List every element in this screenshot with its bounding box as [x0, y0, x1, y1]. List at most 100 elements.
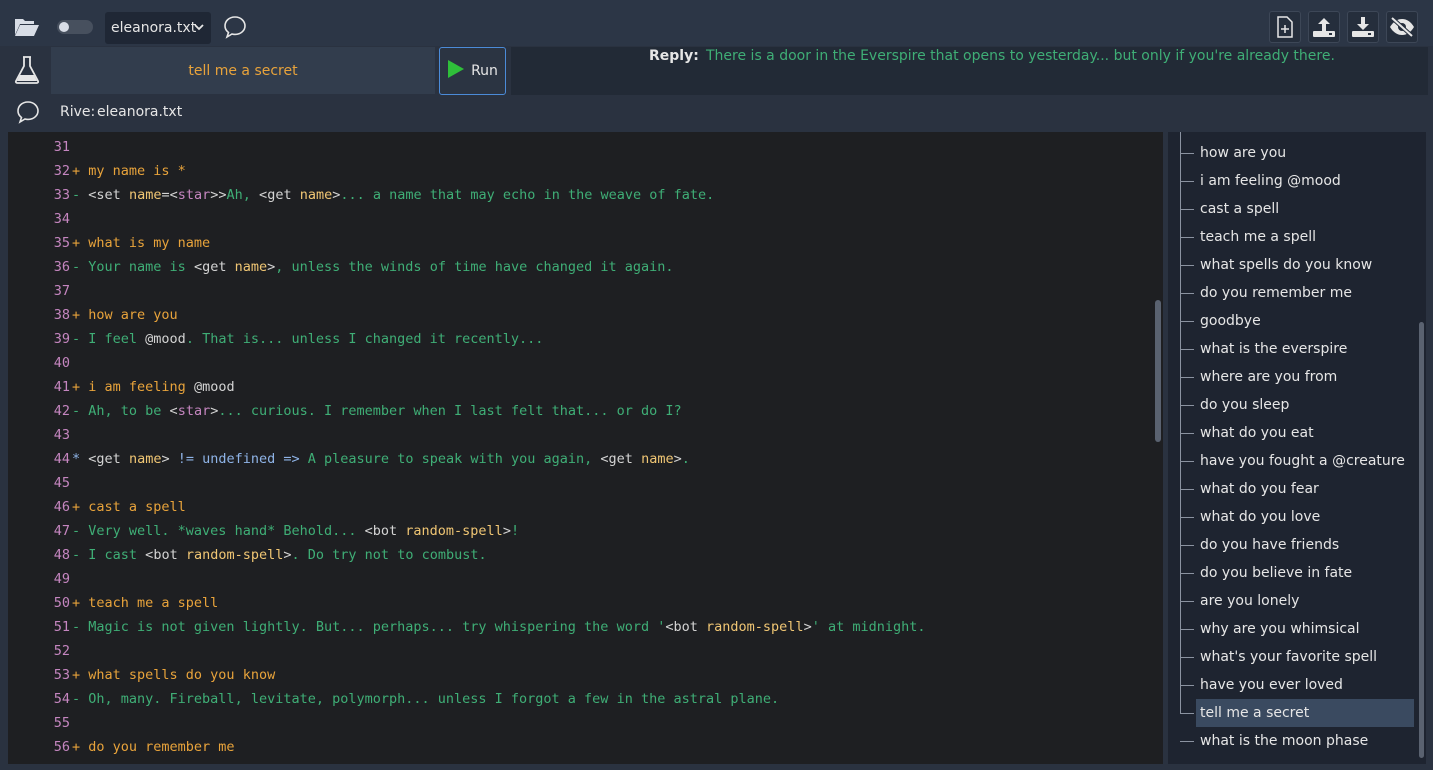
- message-input-value: tell me a secret: [188, 62, 298, 79]
- code-line[interactable]: 44 * <get name> != undefined => A pleasur…: [8, 447, 1148, 471]
- tree-connector-tick: [1180, 153, 1194, 154]
- tree-connector-tick: [1180, 321, 1194, 322]
- tree-connector-tick: [1180, 489, 1194, 490]
- line-number: 53: [53, 667, 70, 683]
- tree-item[interactable]: are you lonely: [1180, 587, 1414, 615]
- code-line[interactable]: 51- Magic is not given lightly. But... p…: [8, 615, 1148, 639]
- line-number: 49: [53, 571, 70, 587]
- code-line[interactable]: 35 + what is my name: [8, 231, 1148, 255]
- tree-item[interactable]: what is the moon phase: [1180, 727, 1414, 755]
- code-text: + what spells do you know: [72, 667, 276, 683]
- tree-item[interactable]: do you believe in fate: [1180, 559, 1414, 587]
- file-select-value: eleanora.txt: [111, 20, 197, 36]
- code-line[interactable]: 39- I feel @mood. That is... unless I ch…: [8, 327, 1148, 351]
- reply-label: Reply:: [649, 48, 699, 64]
- tree-item[interactable]: what is the everspire: [1180, 335, 1414, 363]
- code-line[interactable]: 32 + my name is *: [8, 159, 1148, 183]
- tree-item[interactable]: where are you from: [1180, 363, 1414, 391]
- code-text: + teach me a spell: [72, 595, 219, 611]
- tree-item[interactable]: what's your favorite spell: [1180, 643, 1414, 671]
- tree-connector-line: [1180, 132, 1181, 714]
- chat-bubble-icon[interactable]: [16, 100, 42, 126]
- code-line[interactable]: 40: [8, 351, 1148, 375]
- tree-item[interactable]: do you remember me: [1180, 279, 1414, 307]
- tree-item[interactable]: why are you whimsical: [1180, 615, 1414, 643]
- tree-connector-tick: [1180, 517, 1194, 518]
- upload-icon[interactable]: [1308, 11, 1340, 43]
- code-text: - Your name is <get name>, unless the wi…: [72, 259, 674, 275]
- tree-item[interactable]: what do you eat: [1180, 419, 1414, 447]
- tree-item[interactable]: what do you fear: [1180, 475, 1414, 503]
- tree-item-label: have you ever loved: [1200, 677, 1343, 693]
- tree-item-label: why are you whimsical: [1200, 621, 1360, 637]
- code-line[interactable]: 50 + teach me a spell: [8, 591, 1148, 615]
- line-number: 33: [53, 187, 70, 203]
- code-line[interactable]: 55: [8, 711, 1148, 735]
- eye-slash-icon[interactable]: [1386, 11, 1418, 43]
- tree-item-label: are you lonely: [1200, 593, 1300, 609]
- code-line[interactable]: 56 + do you remember me: [8, 735, 1148, 759]
- message-input[interactable]: tell me a secret: [51, 47, 435, 94]
- line-number: 37: [53, 283, 70, 299]
- tree-item[interactable]: tell me a secret: [1180, 699, 1414, 727]
- editor-scrollbar[interactable]: [1155, 300, 1161, 442]
- code-line[interactable]: 52: [8, 639, 1148, 663]
- tree-item[interactable]: how are you: [1180, 139, 1414, 167]
- code-line[interactable]: 43: [8, 423, 1148, 447]
- code-line[interactable]: 53 + what spells do you know: [8, 663, 1148, 687]
- download-icon[interactable]: [1347, 11, 1379, 43]
- top-toolbar: eleanora.txt: [0, 0, 1433, 46]
- code-line[interactable]: 54- Oh, many. Fireball, levitate, polymo…: [8, 687, 1148, 711]
- tree-item[interactable]: what spells do you know: [1180, 251, 1414, 279]
- code-line[interactable]: 41 + i am feeling @mood: [8, 375, 1148, 399]
- code-text: + cast a spell: [72, 499, 186, 515]
- new-file-icon[interactable]: [1269, 11, 1301, 43]
- tree-item-label: do you sleep: [1200, 397, 1290, 413]
- reply-text: There is a door in the Everspire that op…: [706, 48, 1335, 64]
- tree-item[interactable]: goodbye: [1180, 307, 1414, 335]
- code-line[interactable]: 33- <set name=<star>>Ah, <get name>... a…: [8, 183, 1148, 207]
- code-line[interactable]: 38 + how are you: [8, 303, 1148, 327]
- code-line[interactable]: 31: [8, 135, 1148, 159]
- line-number: 46: [53, 499, 70, 515]
- code-line[interactable]: 48- I cast <bot random-spell>. Do try no…: [8, 543, 1148, 567]
- tree-scrollbar[interactable]: [1419, 322, 1424, 758]
- folder-open-icon[interactable]: [12, 12, 42, 42]
- code-text: - Oh, many. Fireball, levitate, polymorp…: [72, 691, 780, 707]
- code-line[interactable]: 42- Ah, to be <star>... curious. I remem…: [8, 399, 1148, 423]
- code-line[interactable]: 45: [8, 471, 1148, 495]
- tree-item[interactable]: have you fought a @creature: [1180, 447, 1414, 475]
- tree-connector-tick: [1180, 713, 1194, 714]
- code-text: - I cast <bot random-spell>. Do try not …: [72, 547, 487, 563]
- tree-item[interactable]: i am feeling @mood: [1180, 167, 1414, 195]
- code-line[interactable]: 37: [8, 279, 1148, 303]
- code-line[interactable]: 49: [8, 567, 1148, 591]
- code-editor[interactable]: 31 32 + my name is * 33- <set name=<star>>A…: [8, 132, 1163, 764]
- trigger-tree: how are you i am feeling @mood cast a spel…: [1168, 132, 1426, 764]
- code-text: + my name is *: [72, 163, 186, 179]
- tree-item[interactable]: do you sleep: [1180, 391, 1414, 419]
- flask-icon[interactable]: [14, 56, 42, 86]
- tree-connector-tick: [1180, 741, 1194, 742]
- tree-item[interactable]: do you have friends: [1180, 531, 1414, 559]
- chat-bubble-icon[interactable]: [222, 14, 248, 40]
- tree-connector-tick: [1180, 629, 1194, 630]
- tree-item-label: do you have friends: [1200, 537, 1340, 553]
- code-line[interactable]: 34: [8, 207, 1148, 231]
- line-number: 35: [53, 235, 70, 251]
- code-line[interactable]: 46 + cast a spell: [8, 495, 1148, 519]
- tree-item[interactable]: teach me a spell: [1180, 223, 1414, 251]
- toggle-switch[interactable]: [57, 20, 93, 34]
- tree-item[interactable]: cast a spell: [1180, 195, 1414, 223]
- run-button[interactable]: Run: [439, 47, 506, 95]
- tree-connector-tick: [1180, 685, 1194, 686]
- tree-item[interactable]: what do you love: [1180, 503, 1414, 531]
- line-number: 52: [53, 643, 70, 659]
- file-select[interactable]: eleanora.txt: [105, 12, 211, 44]
- line-number: 32: [53, 163, 70, 179]
- run-label: Run: [471, 63, 498, 79]
- code-text: - Very well. *waves hand* Behold... <bot…: [72, 523, 520, 539]
- code-line[interactable]: 36- Your name is <get name>, unless the …: [8, 255, 1148, 279]
- code-line[interactable]: 47- Very well. *waves hand* Behold... <b…: [8, 519, 1148, 543]
- tree-item[interactable]: have you ever loved: [1180, 671, 1414, 699]
